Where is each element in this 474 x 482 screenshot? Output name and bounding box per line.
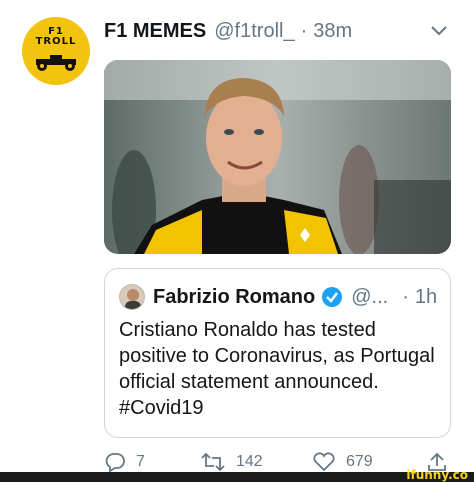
quoted-author-handle[interactable]: @... [351,286,388,309]
quoted-author-name[interactable]: Fabrizio Romano [153,286,315,309]
watermark-text: ifunny.co [406,468,468,482]
tweet-image[interactable] [104,60,451,254]
verified-badge-icon [322,287,343,307]
author-name[interactable]: F1 MEMES [104,20,206,43]
tweet-timestamp[interactable]: 38m [313,20,352,43]
quoted-tweet-timestamp[interactable]: 1h [415,286,437,309]
reply-button[interactable]: 7 [104,452,145,472]
watermark-bar: ifunny.co [0,468,474,482]
avatar-logo-text: F1 TROLL [35,26,77,47]
author-handle[interactable]: @f1troll_ [214,20,294,43]
quoted-tweet-header: Fabrizio Romano @... · 1h [119,283,437,311]
race-car-icon [36,55,76,71]
quoted-author-avatar[interactable] [119,284,145,310]
reply-count: 7 [136,453,145,470]
quoted-header-separator: · [402,285,409,308]
chevron-down-icon[interactable] [430,24,448,38]
quoted-tweet[interactable]: Fabrizio Romano @... · 1h Cristiano Rona… [104,268,451,438]
photo-driver-portrait [104,60,451,254]
retweet-button[interactable]: 142 [200,452,263,472]
header-separator: · [300,20,308,42]
like-count: 679 [346,453,373,470]
like-button[interactable]: 679 [312,452,373,472]
heart-icon [313,452,335,472]
reply-icon [105,453,125,472]
avatar[interactable]: F1 TROLL [22,17,90,85]
quoted-tweet-text: Cristiano Ronaldo has tested positive to… [119,319,435,419]
tweet-card: F1 TROLL F1 MEMES @f1troll_ · 38m Fabriz… [0,0,474,482]
retweet-count: 142 [236,453,263,470]
tweet-header: F1 MEMES @f1troll_ · 38m [104,20,352,44]
retweet-icon [201,452,225,472]
